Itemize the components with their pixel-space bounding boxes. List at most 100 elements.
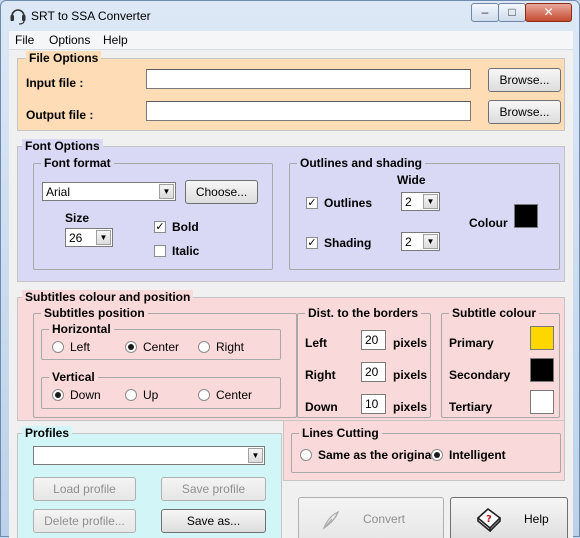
chevron-down-icon: ▼: [423, 234, 438, 249]
svg-text:?: ?: [486, 514, 492, 525]
minimize-button[interactable]: –: [471, 3, 499, 22]
font-format-group: Font format Arial ▼ Choose... Size 26 ▼ …: [33, 156, 273, 270]
file-options-legend: File Options: [26, 51, 102, 65]
menu-file[interactable]: File: [15, 33, 34, 47]
chevron-down-icon: ▼: [159, 184, 174, 199]
menu-bar: File Options Help: [9, 31, 573, 50]
position-legend: Subtitles position: [41, 306, 148, 320]
horizontal-left-label: Left: [70, 340, 91, 354]
vertical-group: Vertical Down Up Center: [41, 370, 281, 409]
save-as-button[interactable]: Save as...: [161, 509, 266, 533]
shading-wide-select[interactable]: 2 ▼: [401, 232, 440, 251]
border-left-unit: pixels: [393, 336, 428, 350]
border-down-label: Down: [305, 400, 338, 414]
radio-vertical-center[interactable]: [198, 389, 210, 401]
bold-checkbox[interactable]: ✓: [154, 221, 166, 233]
outlines-wide-value: 2: [405, 195, 412, 209]
chevron-down-icon: ▼: [248, 448, 263, 463]
secondary-colour-label: Secondary: [449, 368, 511, 382]
primary-colour-swatch[interactable]: [530, 326, 554, 350]
feather-pen-icon: [322, 510, 340, 530]
browse-output-button[interactable]: Browse...: [488, 100, 561, 124]
close-icon: ✕: [543, 5, 554, 19]
radio-same-as-original[interactable]: [300, 449, 312, 461]
horizontal-group: Horizontal Left Center Right: [41, 322, 281, 360]
borders-legend: Dist. to the borders: [305, 306, 422, 320]
outlines-wide-select[interactable]: 2 ▼: [401, 192, 440, 211]
profile-select[interactable]: ▼: [33, 446, 265, 465]
output-file-label: Output file :: [26, 108, 94, 122]
same-as-original-label: Same as the origina: [318, 448, 432, 462]
profiles-legend: Profiles: [22, 426, 73, 440]
title-bar[interactable]: SRT to SSA Converter – □ ✕: [1, 1, 579, 31]
outline-colour-swatch[interactable]: [514, 204, 538, 228]
vertical-up-label: Up: [143, 388, 159, 402]
radio-vertical-up[interactable]: [125, 389, 137, 401]
outlines-label: Outlines: [324, 196, 373, 210]
minimize-icon: –: [481, 5, 489, 19]
radio-horizontal-center[interactable]: [125, 341, 137, 353]
menu-options[interactable]: Options: [49, 33, 90, 47]
outlines-checkbox[interactable]: ✓: [306, 197, 318, 209]
size-label: Size: [65, 211, 90, 225]
colour-label: Colour: [469, 216, 508, 230]
tertiary-colour-swatch[interactable]: [530, 390, 554, 414]
bold-label: Bold: [172, 220, 199, 234]
choose-font-button[interactable]: Choose...: [185, 180, 258, 204]
outlines-legend: Outlines and shading: [297, 156, 426, 170]
size-value: 26: [69, 231, 83, 245]
help-label: Help: [524, 512, 549, 526]
app-icon: [10, 9, 26, 25]
subtitles-panel: Subtitles colour and position Subtitles …: [17, 290, 565, 421]
radio-horizontal-right[interactable]: [198, 341, 210, 353]
tertiary-colour-label: Tertiary: [449, 400, 493, 414]
menu-help[interactable]: Help: [103, 33, 128, 47]
save-profile-button[interactable]: Save profile: [161, 477, 266, 501]
font-value: Arial: [46, 185, 71, 199]
horizontal-right-label: Right: [216, 340, 245, 354]
maximize-icon: □: [508, 5, 516, 19]
output-file-field[interactable]: [146, 101, 471, 121]
border-right-input[interactable]: 20: [361, 362, 386, 382]
shading-wide-value: 2: [405, 235, 412, 249]
horizontal-center-label: Center: [143, 340, 180, 354]
font-select[interactable]: Arial ▼: [42, 182, 176, 201]
border-right-label: Right: [305, 368, 336, 382]
subtitle-colour-group: Subtitle colour Primary Secondary Tertia…: [441, 306, 560, 418]
italic-label: Italic: [172, 244, 200, 258]
file-options-panel: File Options Input file : Browse... Outp…: [17, 51, 565, 131]
close-button[interactable]: ✕: [525, 3, 572, 22]
radio-intelligent[interactable]: [431, 449, 443, 461]
primary-colour-label: Primary: [449, 336, 494, 350]
shading-checkbox[interactable]: ✓: [306, 237, 318, 249]
help-button[interactable]: ? Help: [450, 497, 568, 538]
intelligent-label: Intelligent: [449, 448, 506, 462]
secondary-colour-swatch[interactable]: [530, 358, 554, 382]
client-area: File Options Input file : Browse... Outp…: [9, 50, 573, 538]
subtitle-colour-legend: Subtitle colour: [449, 306, 539, 320]
radio-vertical-down[interactable]: [52, 389, 64, 401]
border-down-unit: pixels: [393, 400, 428, 414]
subtitles-position-group: Subtitles position Horizontal Left Cente…: [33, 306, 297, 418]
delete-profile-button[interactable]: Delete profile...: [33, 509, 136, 533]
outlines-group: Outlines and shading Wide ✓ Outlines 2 ▼…: [289, 156, 560, 270]
shading-label: Shading: [324, 236, 372, 250]
borders-group: Dist. to the borders Left 20 pixels Righ…: [297, 306, 431, 418]
maximize-button[interactable]: □: [498, 3, 526, 22]
load-profile-button[interactable]: Load profile: [33, 477, 136, 501]
input-file-field[interactable]: [146, 69, 471, 89]
border-down-input[interactable]: 10: [361, 394, 386, 414]
vertical-legend: Vertical: [49, 370, 98, 384]
lines-cutting-group: Lines Cutting Same as the origina Intell…: [291, 426, 561, 473]
app-window: SRT to SSA Converter – □ ✕ File Options …: [0, 0, 580, 538]
radio-horizontal-left[interactable]: [52, 341, 64, 353]
input-file-label: Input file :: [26, 76, 84, 90]
wide-label: Wide: [397, 173, 426, 187]
browse-input-button[interactable]: Browse...: [488, 68, 561, 92]
border-left-input[interactable]: 20: [361, 330, 386, 350]
convert-label: Convert: [363, 512, 406, 526]
window-title: SRT to SSA Converter: [31, 9, 151, 23]
italic-checkbox[interactable]: [154, 245, 166, 257]
convert-button[interactable]: Convert: [298, 497, 444, 538]
size-select[interactable]: 26 ▼: [65, 228, 113, 247]
